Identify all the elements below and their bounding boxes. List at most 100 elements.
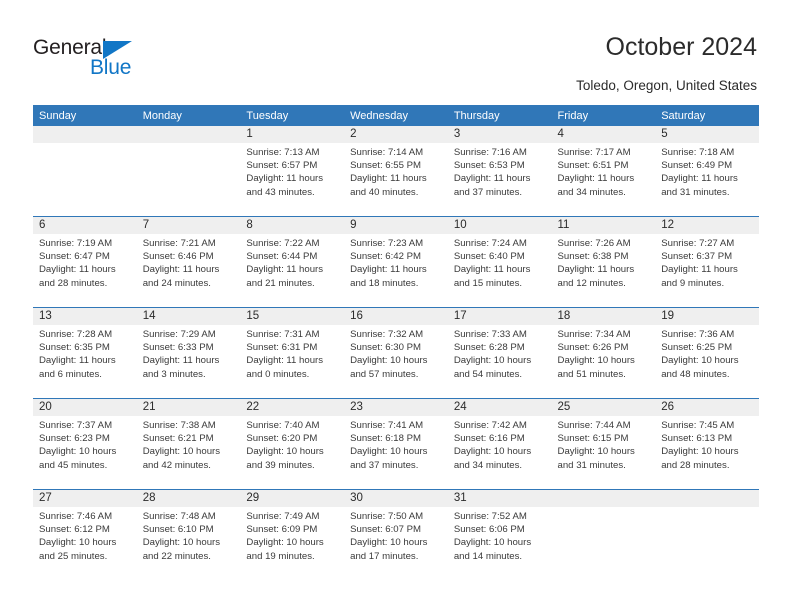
sunrise-text: Sunrise: 7:13 AM	[246, 147, 320, 158]
calendar-day-cell[interactable]: 30 Sunrise: 7:50 AM Sunset: 6:07 PM Dayligh…	[344, 489, 448, 580]
calendar-day-cell[interactable]: 15 Sunrise: 7:31 AM Sunset: 6:31 PM Dayligh…	[240, 307, 345, 399]
calendar-day-cell[interactable]: 5 Sunrise: 7:18 AM Sunset: 6:49 PM Daylight…	[655, 126, 759, 217]
daylight-text: Daylight: 11 hours and 34 minutes.	[557, 173, 635, 198]
day-cell-content: 21 Sunrise: 7:38 AM Sunset: 6:21 PM Dayligh…	[136, 399, 241, 489]
weekday-header-tuesday: Tuesday	[240, 105, 345, 126]
sunrise-text: Sunrise: 7:29 AM	[142, 329, 216, 340]
day-cell-content: 4 Sunrise: 7:17 AM Sunset: 6:51 PM Daylight…	[551, 126, 656, 216]
calendar-day-cell[interactable]: 27 Sunrise: 7:46 AM Sunset: 6:12 PM Dayligh…	[33, 489, 137, 580]
sunrise-text: Sunrise: 7:48 AM	[142, 511, 216, 522]
sunrise-text: Sunrise: 7:23 AM	[350, 238, 424, 249]
sunrise-text: Sunrise: 7:52 AM	[453, 511, 527, 522]
day-cell-content: 19 Sunrise: 7:36 AM Sunset: 6:25 PM Dayligh…	[655, 308, 759, 398]
day-number: 13	[33, 308, 137, 325]
day-cell-content: 17 Sunrise: 7:33 AM Sunset: 6:28 PM Dayligh…	[447, 308, 552, 398]
calendar-day-cell[interactable]: 22 Sunrise: 7:40 AM Sunset: 6:20 PM Dayligh…	[240, 398, 345, 490]
sunrise-text: Sunrise: 7:19 AM	[39, 238, 113, 249]
day-cell-content: 5 Sunrise: 7:18 AM Sunset: 6:49 PM Daylight…	[655, 126, 759, 216]
day-sun-info: Sunrise: 7:22 AM Sunset: 6:44 PM Daylight:…	[240, 234, 344, 290]
day-number: 2	[344, 126, 448, 143]
day-sun-info: Sunrise: 7:27 AM Sunset: 6:37 PM Daylight:…	[655, 234, 759, 290]
sunset-text: Sunset: 6:23 PM	[39, 433, 110, 445]
sunset-text: Sunset: 6:07 PM	[350, 524, 422, 536]
daylight-text: Daylight: 10 hours and 28 minutes.	[661, 446, 739, 471]
day-number	[655, 490, 759, 507]
daylight-text: Daylight: 10 hours and 57 minutes.	[350, 355, 428, 380]
calendar-day-cell[interactable]: 14 Sunrise: 7:29 AM Sunset: 6:33 PM Dayligh…	[136, 307, 241, 399]
day-number: 12	[655, 217, 759, 234]
sunrise-text: Sunrise: 7:34 AM	[557, 329, 631, 340]
calendar-body: 1 Sunrise: 7:13 AM Sunset: 6:57 PM Daylight…	[33, 126, 759, 580]
day-sun-info: Sunrise: 7:24 AM Sunset: 6:40 PM Daylight:…	[448, 234, 552, 290]
calendar-day-cell[interactable]: 10 Sunrise: 7:24 AM Sunset: 6:40 PM Dayligh…	[447, 216, 552, 308]
calendar-day-cell[interactable]: 8 Sunrise: 7:22 AM Sunset: 6:44 PM Daylight…	[240, 216, 345, 308]
day-sun-info: Sunrise: 7:38 AM Sunset: 6:21 PM Daylight:…	[137, 416, 241, 472]
sunrise-text: Sunrise: 7:32 AM	[350, 329, 424, 340]
calendar-day-cell[interactable]: 16 Sunrise: 7:32 AM Sunset: 6:30 PM Dayligh…	[344, 307, 448, 399]
day-sun-info: Sunrise: 7:26 AM Sunset: 6:38 PM Daylight:…	[552, 234, 656, 290]
calendar-day-cell[interactable]: 1 Sunrise: 7:13 AM Sunset: 6:57 PM Daylight…	[240, 126, 345, 217]
calendar-day-cell[interactable]: 9 Sunrise: 7:23 AM Sunset: 6:42 PM Daylight…	[344, 216, 448, 308]
daylight-text: Daylight: 11 hours and 18 minutes.	[350, 264, 427, 289]
day-number: 6	[33, 217, 137, 234]
day-cell-content: 25 Sunrise: 7:44 AM Sunset: 6:15 PM Dayligh…	[551, 399, 656, 489]
calendar-day-cell[interactable]: 17 Sunrise: 7:33 AM Sunset: 6:28 PM Dayligh…	[447, 307, 552, 399]
day-number: 30	[344, 490, 448, 507]
calendar-day-cell	[33, 126, 137, 217]
day-cell-content: 15 Sunrise: 7:31 AM Sunset: 6:31 PM Dayligh…	[240, 308, 345, 398]
sunset-text: Sunset: 6:33 PM	[142, 342, 214, 354]
sunrise-text: Sunrise: 7:37 AM	[39, 420, 113, 431]
calendar-day-cell[interactable]: 20 Sunrise: 7:37 AM Sunset: 6:23 PM Dayligh…	[33, 398, 137, 490]
calendar-day-cell[interactable]: 2 Sunrise: 7:14 AM Sunset: 6:55 PM Daylight…	[344, 126, 448, 217]
day-number: 9	[344, 217, 448, 234]
sunrise-text: Sunrise: 7:22 AM	[246, 238, 320, 249]
day-number	[136, 126, 241, 143]
day-sun-info: Sunrise: 7:48 AM Sunset: 6:10 PM Daylight:…	[137, 507, 241, 563]
calendar-day-cell[interactable]: 7 Sunrise: 7:21 AM Sunset: 6:46 PM Daylight…	[136, 216, 241, 308]
calendar-day-cell[interactable]: 28 Sunrise: 7:48 AM Sunset: 6:10 PM Dayligh…	[136, 489, 241, 580]
calendar-week-row: 27 Sunrise: 7:46 AM Sunset: 6:12 PM Dayligh…	[33, 489, 759, 580]
calendar-day-cell[interactable]: 24 Sunrise: 7:42 AM Sunset: 6:16 PM Dayligh…	[447, 398, 552, 490]
calendar-day-cell[interactable]: 31 Sunrise: 7:52 AM Sunset: 6:06 PM Dayligh…	[447, 489, 552, 580]
sunrise-text: Sunrise: 7:49 AM	[246, 511, 320, 522]
calendar-day-cell[interactable]: 26 Sunrise: 7:45 AM Sunset: 6:13 PM Dayligh…	[655, 398, 759, 490]
calendar-day-cell[interactable]: 4 Sunrise: 7:17 AM Sunset: 6:51 PM Daylight…	[551, 126, 656, 217]
calendar-day-cell[interactable]: 12 Sunrise: 7:27 AM Sunset: 6:37 PM Dayligh…	[655, 216, 759, 308]
day-cell-content: 13 Sunrise: 7:28 AM Sunset: 6:35 PM Dayligh…	[33, 308, 137, 398]
calendar-day-cell[interactable]: 29 Sunrise: 7:49 AM Sunset: 6:09 PM Dayligh…	[240, 489, 345, 580]
calendar-day-cell[interactable]: 6 Sunrise: 7:19 AM Sunset: 6:47 PM Daylight…	[33, 216, 137, 308]
sunset-text: Sunset: 6:38 PM	[557, 251, 629, 263]
day-cell-content: 1 Sunrise: 7:13 AM Sunset: 6:57 PM Daylight…	[240, 126, 345, 216]
day-number: 31	[447, 490, 552, 507]
sunset-text: Sunset: 6:53 PM	[453, 160, 525, 172]
sunrise-text: Sunrise: 7:36 AM	[661, 329, 735, 340]
sunset-text: Sunset: 6:26 PM	[557, 342, 629, 354]
day-cell-content: 29 Sunrise: 7:49 AM Sunset: 6:09 PM Dayligh…	[240, 490, 345, 580]
calendar-day-cell[interactable]: 3 Sunrise: 7:16 AM Sunset: 6:53 PM Daylight…	[447, 126, 552, 217]
sunset-text: Sunset: 6:21 PM	[142, 433, 214, 445]
daylight-text: Daylight: 10 hours and 22 minutes.	[142, 537, 221, 562]
daylight-text: Daylight: 11 hours and 24 minutes.	[142, 264, 220, 289]
day-sun-info: Sunrise: 7:45 AM Sunset: 6:13 PM Daylight:…	[655, 416, 759, 472]
day-number: 25	[551, 399, 656, 416]
day-cell-content: 18 Sunrise: 7:34 AM Sunset: 6:26 PM Dayligh…	[551, 308, 656, 398]
calendar-day-cell[interactable]: 23 Sunrise: 7:41 AM Sunset: 6:18 PM Dayligh…	[344, 398, 448, 490]
day-number: 1	[240, 126, 345, 143]
day-sun-info: Sunrise: 7:33 AM Sunset: 6:28 PM Daylight:…	[448, 325, 552, 381]
sunset-text: Sunset: 6:16 PM	[453, 433, 525, 445]
brand-logo[interactable]: General Blue	[33, 36, 213, 86]
sunset-text: Sunset: 6:31 PM	[246, 342, 318, 354]
calendar-day-cell[interactable]: 19 Sunrise: 7:36 AM Sunset: 6:25 PM Dayligh…	[655, 307, 759, 399]
daylight-text: Daylight: 11 hours and 31 minutes.	[661, 173, 738, 198]
daylight-text: Daylight: 11 hours and 0 minutes.	[246, 355, 324, 380]
sunrise-text: Sunrise: 7:14 AM	[350, 147, 424, 158]
day-sun-info: Sunrise: 7:34 AM Sunset: 6:26 PM Daylight:…	[552, 325, 656, 381]
calendar-day-cell[interactable]: 11 Sunrise: 7:26 AM Sunset: 6:38 PM Dayligh…	[551, 216, 656, 308]
calendar-day-cell[interactable]: 21 Sunrise: 7:38 AM Sunset: 6:21 PM Dayligh…	[136, 398, 241, 490]
calendar-day-cell[interactable]: 18 Sunrise: 7:34 AM Sunset: 6:26 PM Dayligh…	[551, 307, 656, 399]
calendar-day-cell[interactable]: 13 Sunrise: 7:28 AM Sunset: 6:35 PM Dayligh…	[33, 307, 137, 399]
sunrise-text: Sunrise: 7:24 AM	[453, 238, 527, 249]
weekday-header-wednesday: Wednesday	[344, 105, 448, 126]
calendar-day-cell[interactable]: 25 Sunrise: 7:44 AM Sunset: 6:15 PM Dayligh…	[551, 398, 656, 490]
day-cell-content: 3 Sunrise: 7:16 AM Sunset: 6:53 PM Daylight…	[447, 126, 552, 216]
